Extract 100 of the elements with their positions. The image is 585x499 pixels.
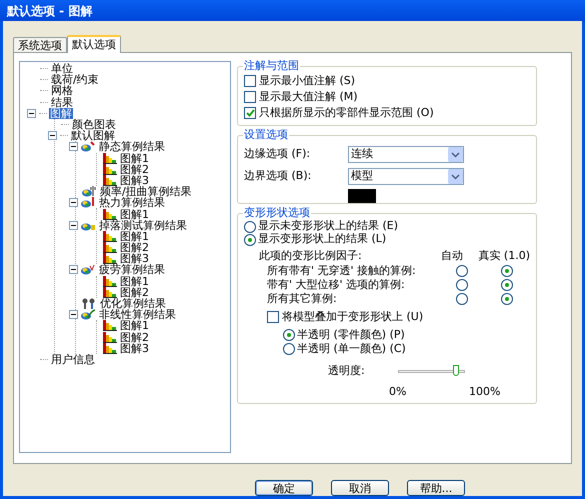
caret-icon	[448, 168, 463, 184]
caret-icon	[448, 146, 463, 162]
plot-icon	[103, 342, 117, 354]
plot-icon	[103, 242, 117, 254]
study-icon	[82, 186, 97, 198]
tree-item[interactable]: 热力算例结果	[98, 197, 166, 208]
tree-item[interactable]: 图解	[49, 108, 73, 119]
tree-item[interactable]: 图解2	[119, 242, 150, 254]
tree-item[interactable]: 图解1	[119, 230, 150, 242]
radio-button[interactable]	[501, 265, 514, 277]
radio-button[interactable]	[501, 279, 514, 291]
plot-icon	[103, 320, 117, 332]
expander-toggle[interactable]	[69, 265, 78, 274]
expander-toggle[interactable]	[27, 108, 36, 118]
radio-button[interactable]	[456, 265, 468, 277]
group-title: 设置选项	[243, 128, 289, 141]
optimize-icon	[82, 298, 97, 310]
option-label: 显示最小值注解 (S)	[259, 72, 356, 89]
plot-icon	[103, 164, 117, 175]
plot-icon	[103, 253, 117, 264]
tree-item[interactable]: 默认图解	[70, 130, 116, 142]
dialog-button[interactable]: 确定	[255, 480, 313, 496]
tree-item[interactable]: 掉落测试算例结果	[98, 220, 188, 231]
option-label: 显示未变形形状上的结果 (E)	[258, 218, 398, 232]
study-icon	[81, 309, 96, 320]
plot-icon	[103, 332, 117, 343]
column-heading: 自动	[440, 248, 464, 264]
option-label: 只根据所显示的零部件显示范围 (O)	[259, 104, 434, 121]
radio-button[interactable]	[283, 343, 295, 355]
dialog-button[interactable]: 帮助...	[407, 480, 465, 496]
plot-icon	[103, 230, 117, 242]
tree-item[interactable]: 图解1	[119, 276, 150, 287]
row-label: 带有' 大型位移' 选项的算例:	[267, 276, 406, 292]
checkbox[interactable]	[244, 91, 256, 103]
expander-toggle[interactable]	[69, 198, 78, 208]
radio-button[interactable]	[456, 293, 468, 305]
tree-item[interactable]: 频率/扭曲算例结果	[99, 186, 193, 198]
radio-button[interactable]	[244, 234, 256, 246]
tree-item[interactable]: 网格	[50, 85, 74, 96]
radio-button[interactable]	[244, 220, 256, 232]
checkbox[interactable]	[244, 107, 256, 119]
scale-heading: 此项的变形比例因子:	[259, 248, 363, 264]
tree-item[interactable]: 图解2	[119, 164, 150, 175]
tree-item[interactable]: 静态算例结果	[98, 141, 166, 152]
expander-toggle[interactable]	[48, 131, 57, 140]
expander-toggle[interactable]	[69, 310, 78, 320]
dropdown[interactable]: 连续	[348, 146, 464, 162]
study-icon	[81, 264, 96, 276]
radio-button[interactable]	[283, 329, 295, 341]
tree-item[interactable]: 图解1	[119, 320, 150, 332]
dropdown[interactable]: 模型	[348, 168, 464, 184]
radio-button[interactable]	[501, 293, 514, 305]
tab[interactable]: 默认选项	[67, 35, 121, 53]
tree-item[interactable]: 图解3	[119, 342, 150, 354]
study-icon	[81, 141, 96, 152]
option-label: 半透明 (零件颜色) (P)	[297, 326, 405, 342]
option-label: 将模型叠加于变形形状上 (U)	[282, 308, 424, 325]
checkbox[interactable]	[244, 75, 256, 87]
tab[interactable]: 系统选项	[13, 37, 67, 52]
tree-item[interactable]: 图解3	[119, 253, 150, 264]
tree-item[interactable]: 图解1	[119, 208, 150, 220]
tree-item[interactable]: 单位	[50, 63, 74, 74]
plot-icon	[103, 174, 117, 186]
plot-icon	[103, 286, 117, 298]
field-label: 边缘选项 (F):	[244, 146, 312, 162]
tree-item[interactable]: 非线性算例结果	[98, 309, 177, 320]
slider-min-label: 0%	[389, 384, 408, 398]
dialog-button[interactable]: 取消	[331, 480, 389, 496]
option-label: 半透明 (单一颜色) (C)	[297, 340, 406, 357]
tree-item[interactable]: 图解2	[119, 332, 150, 343]
plot-icon	[103, 276, 117, 287]
slider-label: 透明度:	[328, 362, 366, 379]
group-title: 变形形状选项	[243, 206, 311, 219]
row-label: 所有带有' 无穿透' 接触的算例:	[267, 262, 417, 279]
checkbox[interactable]	[267, 311, 279, 323]
window-title: 默认选项 - 图解	[7, 2, 92, 20]
study-icon	[81, 197, 96, 208]
plot-icon	[103, 208, 117, 220]
plot-icon	[103, 152, 117, 164]
slider-max-label: 100%	[469, 384, 500, 398]
tree-item[interactable]: 颜色图表	[71, 119, 117, 130]
option-label: 显示变形形状上的结果 (L)	[258, 231, 386, 248]
expander-toggle[interactable]	[69, 220, 78, 230]
tree-item[interactable]: 用户信息	[50, 354, 96, 365]
field-label: 边界选项 (B):	[244, 168, 312, 184]
tree-item[interactable]: 图解2	[119, 286, 150, 298]
group-title: 注解与范围	[243, 59, 300, 72]
radio-button[interactable]	[456, 279, 468, 291]
tree-item[interactable]: 图解3	[119, 174, 150, 186]
tree-item[interactable]: 结果	[50, 96, 74, 108]
column-heading: 真实 (1.0)	[478, 248, 530, 264]
tree-item[interactable]: 图解1	[119, 152, 150, 164]
option-label: 显示最大值注解 (M)	[259, 88, 358, 105]
tree-item[interactable]: 疲劳算例结果	[98, 264, 166, 276]
tree-item[interactable]: 载荷/约束	[50, 74, 100, 86]
tree-item[interactable]: 优化算例结果	[99, 298, 167, 310]
slider-thumb[interactable]	[453, 364, 460, 376]
expander-toggle[interactable]	[69, 142, 78, 152]
color-swatch[interactable]	[348, 189, 376, 203]
row-label: 所有其它算例:	[267, 290, 338, 307]
